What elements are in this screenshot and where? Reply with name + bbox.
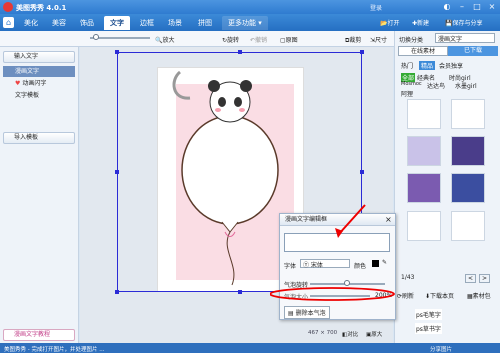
share-status[interactable]: 分享图片 [430, 345, 452, 353]
resize-handle[interactable] [360, 170, 364, 174]
tag-ink[interactable]: 水墨girl [455, 81, 477, 90]
left-panel: 输入文字 漫画文字 ♥ 动画闪字 文字模板 导入模板 漫画文字教程 [0, 47, 79, 343]
next-page-button[interactable]: > [479, 274, 491, 283]
open-button[interactable]: 📂打开 [380, 18, 400, 27]
home-icon[interactable]: ⌂ [3, 17, 14, 28]
status-bar: 美图秀秀 - 完成打开图片，并处理图片 ... 分享图片 [0, 343, 500, 353]
prev-page-button[interactable]: < [465, 274, 477, 283]
login-link[interactable]: 登录 [370, 3, 382, 12]
zoom-slider[interactable] [90, 37, 150, 39]
tag-dada[interactable]: 达达鸟 [427, 81, 445, 90]
import-template-button[interactable]: 导入模板 [3, 132, 75, 144]
download-page-button[interactable]: ⬇下载本页 [425, 291, 454, 300]
annotation-overlay [270, 204, 395, 301]
status-text: 美图秀秀 - 完成打开图片，并处理图片 ... [4, 347, 105, 353]
actual-size-button[interactable]: ▣原大 [366, 330, 382, 338]
highlight-ellipse [270, 287, 395, 301]
tag-ali[interactable]: 阿狸 [401, 89, 413, 98]
subtab-premium[interactable]: 精品 [419, 61, 436, 70]
material-thumb[interactable] [451, 136, 485, 166]
tab-beautify[interactable]: 美化 [18, 16, 44, 30]
resize-handle[interactable] [238, 50, 242, 54]
window-title: 美图秀秀 4.0.1 [16, 4, 67, 12]
resize-handle[interactable] [115, 170, 119, 174]
app-logo-icon [3, 2, 13, 12]
ad-link-2[interactable]: ps草书字 [415, 323, 442, 334]
material-thumb[interactable] [407, 136, 441, 166]
maximize-button[interactable]: □ [470, 2, 484, 12]
undo-button[interactable]: ↶撤销 [250, 35, 267, 44]
material-thumb[interactable] [451, 173, 485, 203]
tab-scene[interactable]: 场景 [162, 16, 188, 30]
tab-collage[interactable]: 拼图 [192, 16, 218, 30]
anim-text-item[interactable]: ♥ 动画闪字 [3, 78, 75, 89]
resize-button[interactable]: ⇲尺寸 [370, 35, 387, 44]
input-text-button[interactable]: 输入文字 [3, 51, 75, 63]
zoom-in-button[interactable]: 🔍放大 [155, 35, 175, 44]
save-share-button[interactable]: 💾保存与分享 [445, 18, 483, 27]
resize-handle[interactable] [238, 290, 242, 294]
arrow-line [337, 204, 366, 236]
subtab-member[interactable]: 会员独享 [439, 61, 463, 70]
tag-mosmoc[interactable]: Mosmoc [401, 81, 422, 87]
tab-online-materials[interactable]: 在线素材 [398, 46, 448, 56]
ad-link-1[interactable]: ps毛笔字 [415, 309, 442, 320]
crop-button[interactable]: ⧉裁剪 [345, 35, 361, 45]
menu-bar: ⌂ 美化 美容 饰品 文字 边框 场景 拼图 更多功能 ▾ 📂打开 ✚新建 💾保… [0, 14, 500, 31]
rotate-button[interactable]: ↻旋转 [222, 35, 239, 44]
resize-handle[interactable] [360, 50, 364, 54]
tab-makeup[interactable]: 美容 [46, 16, 72, 30]
new-button[interactable]: ✚新建 [412, 18, 429, 27]
tab-downloaded[interactable]: 已下载 [448, 46, 498, 56]
tab-more[interactable]: 更多功能 ▾ [222, 16, 268, 30]
material-thumb[interactable] [407, 211, 441, 241]
title-bar: 美图秀秀 4.0.1 登录 ◐ – □ × [0, 0, 500, 14]
tab-decoration[interactable]: 饰品 [74, 16, 100, 30]
comic-tutorial-link[interactable]: 漫画文字教程 [3, 329, 75, 341]
category-label: 切换分类 [399, 37, 424, 44]
tab-text[interactable]: 文字 [104, 16, 130, 30]
resize-handle[interactable] [115, 290, 119, 294]
tab-frame[interactable]: 边框 [134, 16, 160, 30]
material-pack-button[interactable]: ▦素材包 [467, 291, 491, 300]
category-select[interactable]: 漫画文字 [435, 33, 495, 43]
original-button[interactable]: ▢原图 [280, 35, 298, 44]
material-thumb[interactable] [407, 99, 441, 129]
subtab-hot[interactable]: 热门 [401, 61, 413, 70]
material-thumb[interactable] [451, 211, 485, 241]
close-button[interactable]: × [485, 2, 499, 12]
comic-text-item[interactable]: 漫画文字 [3, 66, 75, 77]
resize-handle[interactable] [115, 50, 119, 54]
text-template-item[interactable]: 文字模板 [3, 90, 75, 101]
canvas-size-label: 467 × 700 [308, 330, 338, 336]
material-thumb[interactable] [451, 99, 485, 129]
zoom-slider-thumb[interactable] [93, 34, 99, 40]
minimize-button[interactable]: – [455, 2, 469, 12]
material-thumb[interactable] [407, 173, 441, 203]
compare-button[interactable]: ◧对比 [342, 330, 358, 338]
skin-icon[interactable]: ◐ [440, 2, 454, 12]
